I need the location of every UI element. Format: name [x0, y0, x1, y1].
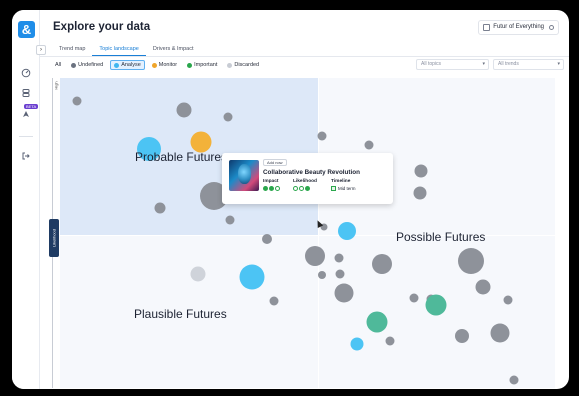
important-dot-icon: [187, 62, 193, 68]
topic-bubble[interactable]: [335, 269, 345, 279]
filter-chip-important[interactable]: Important: [184, 60, 220, 70]
topic-bubble[interactable]: [372, 254, 392, 274]
likelihood-label: Likelihood: [293, 179, 317, 184]
topic-bubble[interactable]: [269, 296, 279, 306]
add-now-button[interactable]: Add now: [263, 159, 287, 166]
impact-rating: [263, 186, 280, 191]
settings-icon[interactable]: [549, 25, 554, 30]
logout-icon[interactable]: [21, 151, 31, 161]
topic-bubble[interactable]: [305, 246, 325, 266]
undefined-dot-icon: [71, 62, 77, 68]
topic-bubble[interactable]: [317, 131, 327, 141]
app-logo[interactable]: &: [18, 21, 35, 38]
likelihood-dot-icon: [299, 186, 304, 191]
topic-bubble[interactable]: [72, 96, 82, 106]
view-tabs: Trend map Topic landscape Drivers & Impa…: [52, 44, 201, 56]
page-title: Explore your data: [53, 21, 151, 33]
chevron-down-icon: ▾: [482, 61, 485, 67]
app-window: & BETA Explore your data Futur of Everyt…: [12, 10, 569, 389]
topic-bubble[interactable]: [414, 164, 428, 178]
dashboard-icon[interactable]: [21, 68, 31, 78]
tab-trend-map[interactable]: Trend map: [52, 44, 92, 56]
filter-chip-monitor[interactable]: Monitor: [149, 60, 180, 70]
status-filter-bar: All Undefined Analyse Monitor Important …: [52, 59, 262, 71]
beta-badge: BETA: [24, 104, 39, 109]
quadrant-divider-vertical: [318, 78, 319, 388]
topic-title[interactable]: Collaborative Beauty Revolution: [263, 169, 360, 176]
timeline-label: Timeline: [331, 179, 351, 184]
y-axis-high-label: High: [53, 81, 59, 90]
topic-bubble[interactable]: [334, 253, 344, 263]
analyse-dot-icon: [114, 62, 120, 68]
rail-divider: [19, 136, 33, 137]
tab-drivers-impact[interactable]: Drivers & Impact: [146, 44, 201, 56]
discarded-dot-icon: [227, 62, 233, 68]
topic-bubble[interactable]: [425, 294, 447, 316]
topic-bubble[interactable]: [509, 375, 519, 385]
topic-bubble[interactable]: [413, 186, 427, 200]
likelihood-axis-tab[interactable]: Likelihood: [49, 219, 59, 257]
topics-select[interactable]: All topics ▾: [416, 59, 489, 70]
topic-bubble[interactable]: [455, 329, 469, 343]
quadrant-label-probable: Probable Futures: [135, 150, 228, 164]
topic-bubble[interactable]: [262, 234, 272, 244]
monitor-dot-icon: [151, 62, 157, 68]
tab-topic-landscape[interactable]: Topic landscape: [92, 44, 146, 56]
topic-bubble[interactable]: [458, 248, 484, 274]
tabs-divider: [40, 56, 569, 57]
topic-bubble[interactable]: [409, 293, 419, 303]
topic-bubble[interactable]: [364, 140, 374, 150]
topic-bubble[interactable]: [475, 279, 491, 295]
left-sidebar: & BETA: [12, 10, 40, 389]
workspace-icon: [483, 24, 491, 31]
topic-bubble[interactable]: [350, 337, 364, 351]
timeline-value: Mid term: [331, 186, 356, 191]
collapse-sidebar-button[interactable]: ›: [36, 45, 46, 55]
topic-bubble[interactable]: [154, 202, 166, 214]
topic-bubble[interactable]: [366, 311, 388, 333]
topic-bubble[interactable]: [490, 323, 510, 343]
filter-chip-undefined[interactable]: Undefined: [68, 60, 106, 70]
topic-bubble[interactable]: [318, 271, 326, 279]
rocket-icon[interactable]: [21, 109, 31, 119]
topic-landscape-plot[interactable]: Probable Futures Possible Futures Plausi…: [60, 78, 555, 388]
layers-icon[interactable]: [21, 88, 31, 98]
workspace-selector[interactable]: Futur of Everything: [478, 20, 559, 35]
impact-label: Impact: [263, 179, 279, 184]
impact-dot-icon: [269, 186, 274, 191]
calendar-icon: [331, 186, 336, 191]
topic-bubble[interactable]: [239, 264, 265, 290]
likelihood-rating: [293, 186, 310, 191]
topic-bubble[interactable]: [503, 295, 513, 305]
quadrant-label-plausible: Plausible Futures: [134, 307, 227, 321]
topic-bubble[interactable]: [223, 112, 233, 122]
topic-bubble[interactable]: [385, 336, 395, 346]
impact-dot-icon: [275, 186, 280, 191]
topic-tooltip-card[interactable]: Add now Collaborative Beauty Revolution …: [222, 153, 393, 204]
likelihood-dot-icon: [293, 186, 298, 191]
topic-bubble[interactable]: [334, 283, 354, 303]
filter-chip-discarded[interactable]: Discarded: [224, 60, 262, 70]
topic-bubble[interactable]: [176, 102, 192, 118]
likelihood-dot-icon: [305, 186, 310, 191]
impact-dot-icon: [263, 186, 268, 191]
topic-thumbnail: [229, 160, 259, 191]
filter-chip-analyse[interactable]: Analyse: [110, 60, 145, 70]
trends-select[interactable]: All trends ▾: [493, 59, 564, 70]
topic-bubble[interactable]: [338, 222, 356, 240]
workspace-name: Futur of Everything: [493, 24, 544, 30]
topic-bubble[interactable]: [190, 266, 206, 282]
chevron-down-icon: ▾: [557, 61, 560, 67]
quadrant-label-possible: Possible Futures: [396, 230, 486, 244]
filter-chip-all[interactable]: All: [52, 60, 64, 70]
topic-bubble[interactable]: [225, 215, 235, 225]
